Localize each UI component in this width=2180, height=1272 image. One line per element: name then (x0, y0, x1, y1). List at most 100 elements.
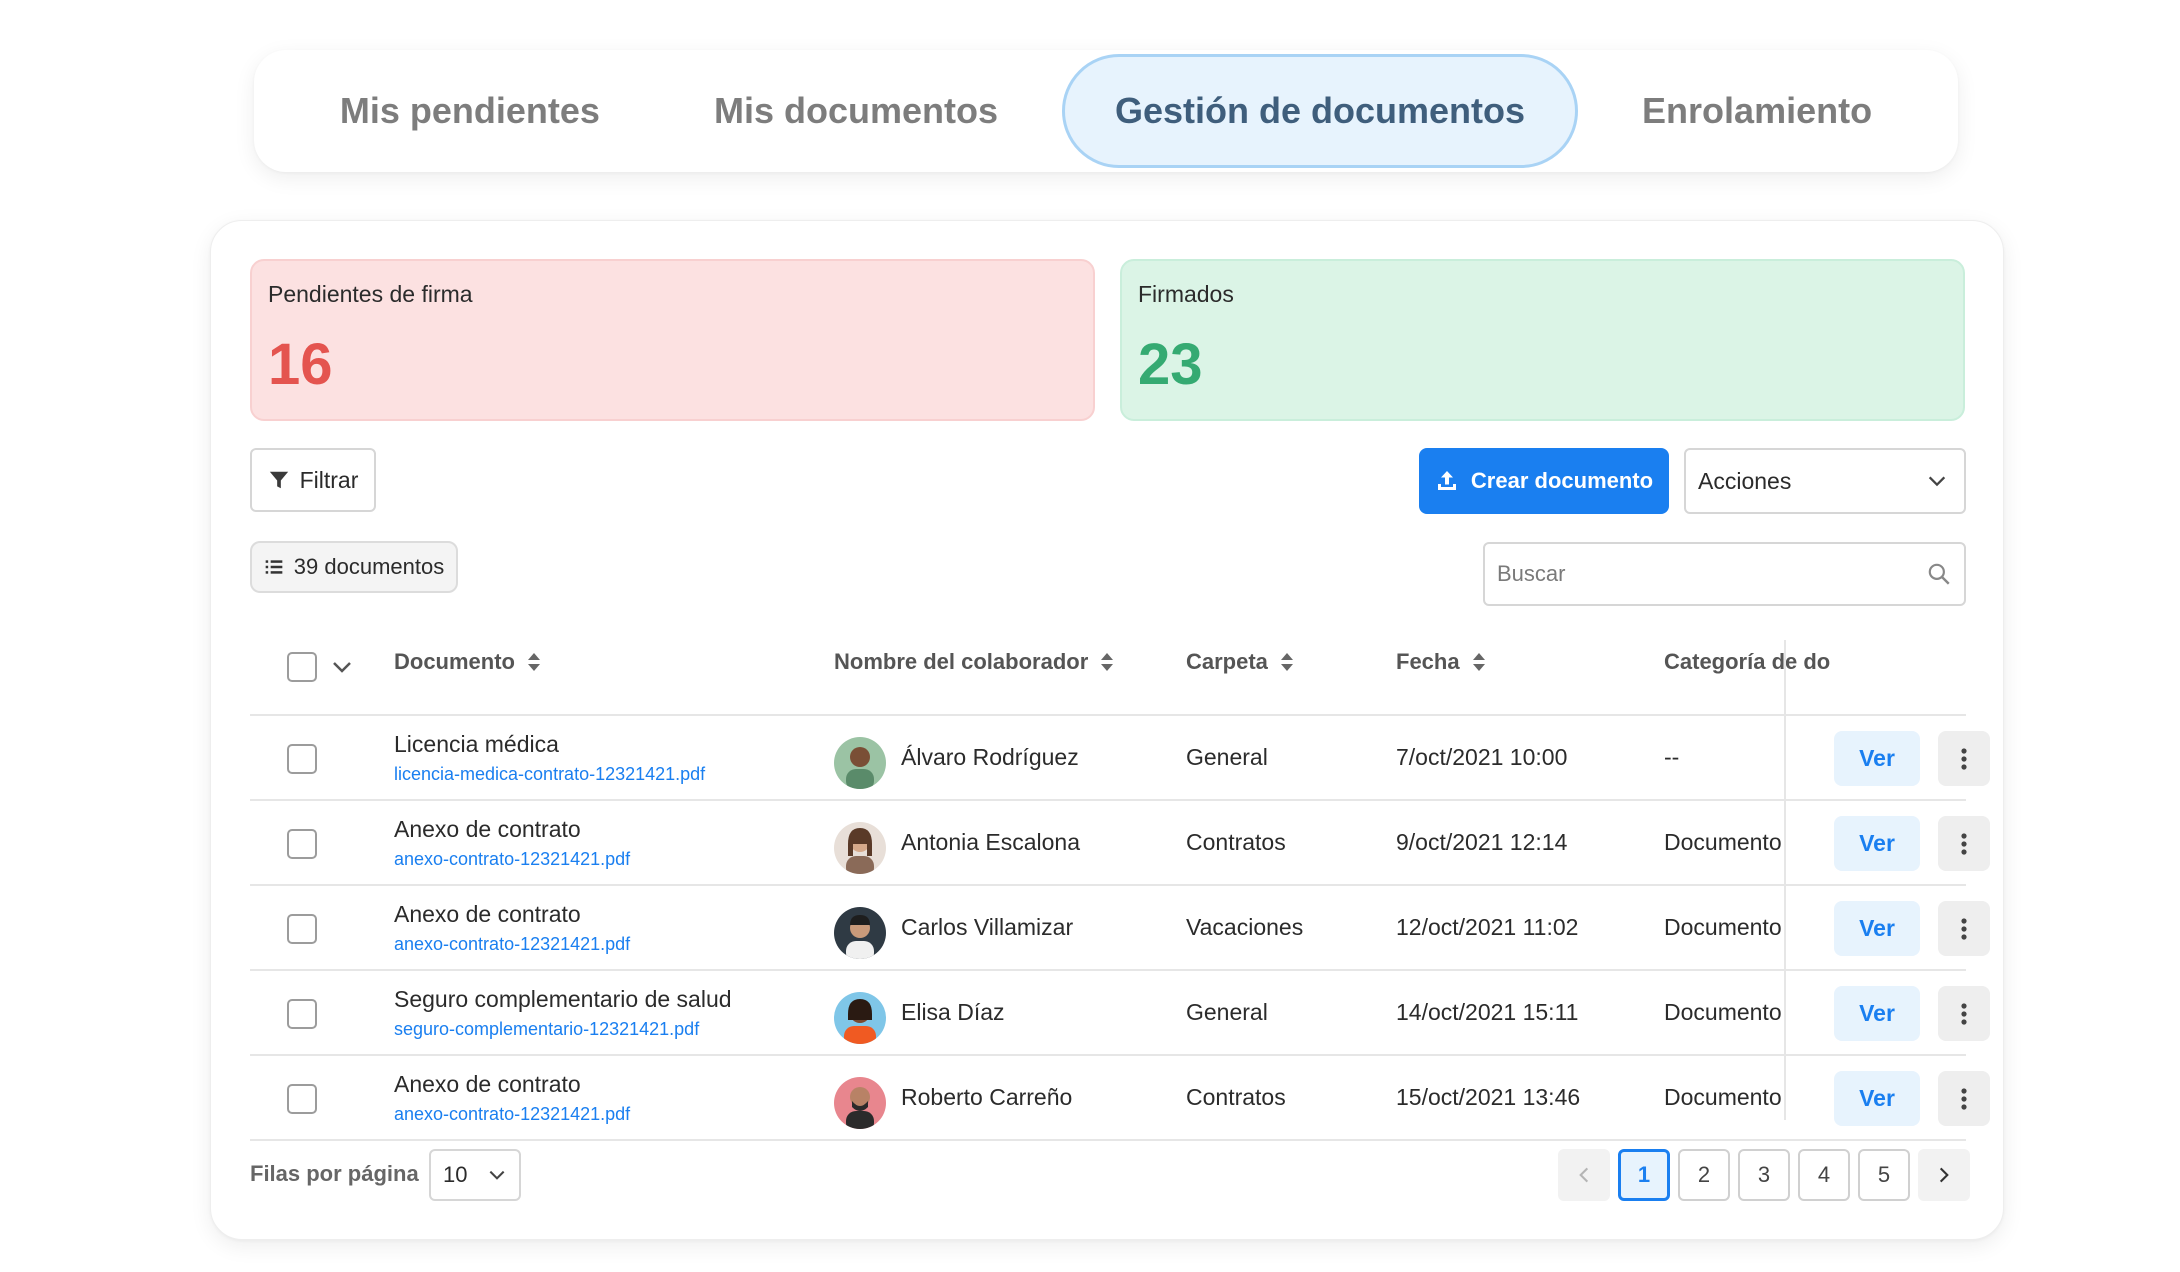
view-button[interactable]: Ver (1834, 816, 1920, 871)
more-vertical-icon (1961, 1087, 1967, 1110)
document-date: 9/oct/2021 12:14 (1396, 829, 1568, 855)
row-checkbox[interactable] (287, 914, 317, 944)
document-category: Documento (1664, 999, 1782, 1025)
page-button-1[interactable]: 1 (1618, 1149, 1670, 1201)
row-checkbox[interactable] (287, 999, 317, 1029)
more-options-button[interactable] (1938, 901, 1990, 956)
document-title: Anexo de contrato (394, 901, 581, 927)
signed-value: 23 (1138, 332, 1203, 397)
filter-button[interactable]: Filtrar (250, 448, 376, 512)
pending-signature-stat: Pendientes de firma 16 (250, 259, 1095, 421)
folder-name: General (1186, 999, 1268, 1025)
chevron-down-icon (1928, 476, 1946, 487)
top-tabs: Mis pendientes Mis documentos Gestión de… (254, 50, 1958, 172)
tab-mis-pendientes[interactable]: Mis pendientes (290, 54, 650, 168)
document-file-link[interactable]: anexo-contrato-12321421.pdf (394, 934, 630, 955)
avatar (834, 907, 886, 959)
more-vertical-icon (1961, 747, 1967, 770)
document-date: 7/oct/2021 10:00 (1396, 744, 1568, 770)
column-header-employee[interactable]: Nombre del colaborador (834, 649, 1114, 675)
chevron-left-icon (1579, 1167, 1589, 1183)
pending-signature-value: 16 (268, 332, 333, 397)
document-date: 14/oct/2021 15:11 (1396, 999, 1579, 1025)
document-file-link[interactable]: seguro-complementario-12321421.pdf (394, 1019, 699, 1040)
document-title: Anexo de contrato (394, 816, 581, 842)
actions-dropdown[interactable]: Acciones (1684, 448, 1966, 514)
column-header-folder-label: Carpeta (1186, 649, 1268, 674)
document-date: 15/oct/2021 13:46 (1396, 1084, 1581, 1110)
table-row[interactable]: Anexo de contrato anexo-contrato-1232142… (250, 886, 1990, 971)
document-file-link[interactable]: anexo-contrato-12321421.pdf (394, 1104, 630, 1125)
view-button[interactable]: Ver (1834, 901, 1920, 956)
avatar (834, 822, 886, 874)
more-options-button[interactable] (1938, 816, 1990, 871)
more-options-button[interactable] (1938, 986, 1990, 1041)
document-file-link[interactable]: licencia-medica-contrato-12321421.pdf (394, 764, 705, 785)
sort-icon (1280, 653, 1293, 671)
column-header-employee-label: Nombre del colaborador (834, 649, 1089, 674)
previous-page-button[interactable] (1558, 1149, 1610, 1201)
documents-card: Pendientes de firma 16 Firmados 23 Filtr… (210, 220, 2004, 1240)
tab-enrolamiento[interactable]: Enrolamiento (1592, 54, 1922, 168)
folder-name: General (1186, 744, 1268, 770)
document-file-link[interactable]: anexo-contrato-12321421.pdf (394, 849, 630, 870)
folder-name: Vacaciones (1186, 914, 1304, 940)
pagination: 1 2 3 4 5 (1558, 1149, 1970, 1201)
page-button-4[interactable]: 4 (1798, 1149, 1850, 1201)
document-category: -- (1664, 744, 1680, 770)
column-header-document-label: Documento (394, 649, 515, 674)
view-button[interactable]: Ver (1834, 731, 1920, 786)
avatar (834, 992, 886, 1044)
row-checkbox[interactable] (287, 744, 317, 774)
next-page-button[interactable] (1918, 1149, 1970, 1201)
column-header-folder[interactable]: Carpeta (1186, 649, 1294, 675)
table-row[interactable]: Seguro complementario de salud seguro-co… (250, 971, 1990, 1056)
more-options-button[interactable] (1938, 731, 1990, 786)
employee-name: Elisa Díaz (901, 999, 1005, 1025)
avatar (834, 1077, 886, 1129)
tab-mis-documentos[interactable]: Mis documentos (664, 54, 1048, 168)
table-row[interactable]: Anexo de contrato anexo-contrato-1232142… (250, 801, 1990, 886)
pending-signature-label: Pendientes de firma (268, 281, 473, 307)
column-header-date-label: Fecha (1396, 649, 1460, 674)
row-checkbox[interactable] (287, 829, 317, 859)
row-checkbox[interactable] (287, 1084, 317, 1114)
view-button[interactable]: Ver (1834, 986, 1920, 1041)
page-button-5[interactable]: 5 (1858, 1149, 1910, 1201)
select-all-checkbox[interactable] (287, 652, 317, 682)
document-category: Documento (1664, 1084, 1782, 1110)
create-document-button[interactable]: Crear documento (1419, 448, 1669, 514)
sticky-column-divider (1784, 640, 1786, 1120)
search-icon[interactable] (1926, 561, 1952, 587)
table-row[interactable]: Anexo de contrato anexo-contrato-1232142… (250, 1056, 1990, 1141)
signed-stat: Firmados 23 (1120, 259, 1965, 421)
actions-dropdown-label: Acciones (1698, 467, 1792, 494)
signed-label: Firmados (1138, 281, 1234, 307)
document-category: Documento (1664, 914, 1782, 940)
filter-button-label: Filtrar (299, 466, 359, 493)
chevron-right-icon (1939, 1167, 1949, 1183)
column-header-category[interactable]: Categoría de do (1664, 649, 1830, 675)
rows-per-page-select[interactable]: 10 (429, 1149, 521, 1201)
more-options-button[interactable] (1938, 1071, 1990, 1126)
tab-gestion-documentos[interactable]: Gestión de documentos (1062, 54, 1579, 168)
search-box (1483, 542, 1966, 606)
folder-name: Contratos (1186, 829, 1286, 855)
search-input[interactable] (1497, 561, 1926, 587)
document-count-badge: 39 documentos (250, 541, 458, 593)
table-row[interactable]: Licencia médica licencia-medica-contrato… (250, 716, 1990, 801)
document-count-label: 39 documentos (293, 554, 445, 579)
folder-name: Contratos (1186, 1084, 1286, 1110)
column-header-category-label: Categoría de do (1664, 649, 1831, 674)
sort-icon (528, 653, 540, 671)
more-vertical-icon (1961, 1002, 1967, 1025)
employee-name: Álvaro Rodríguez (901, 744, 1079, 770)
page-button-2[interactable]: 2 (1678, 1149, 1730, 1201)
column-header-document[interactable]: Documento (394, 649, 541, 675)
column-header-date[interactable]: Fecha (1396, 649, 1486, 675)
page-button-3[interactable]: 3 (1738, 1149, 1790, 1201)
upload-icon (1437, 471, 1456, 490)
document-title: Licencia médica (394, 731, 559, 757)
chevron-down-icon[interactable] (330, 655, 354, 679)
view-button[interactable]: Ver (1834, 1071, 1920, 1126)
